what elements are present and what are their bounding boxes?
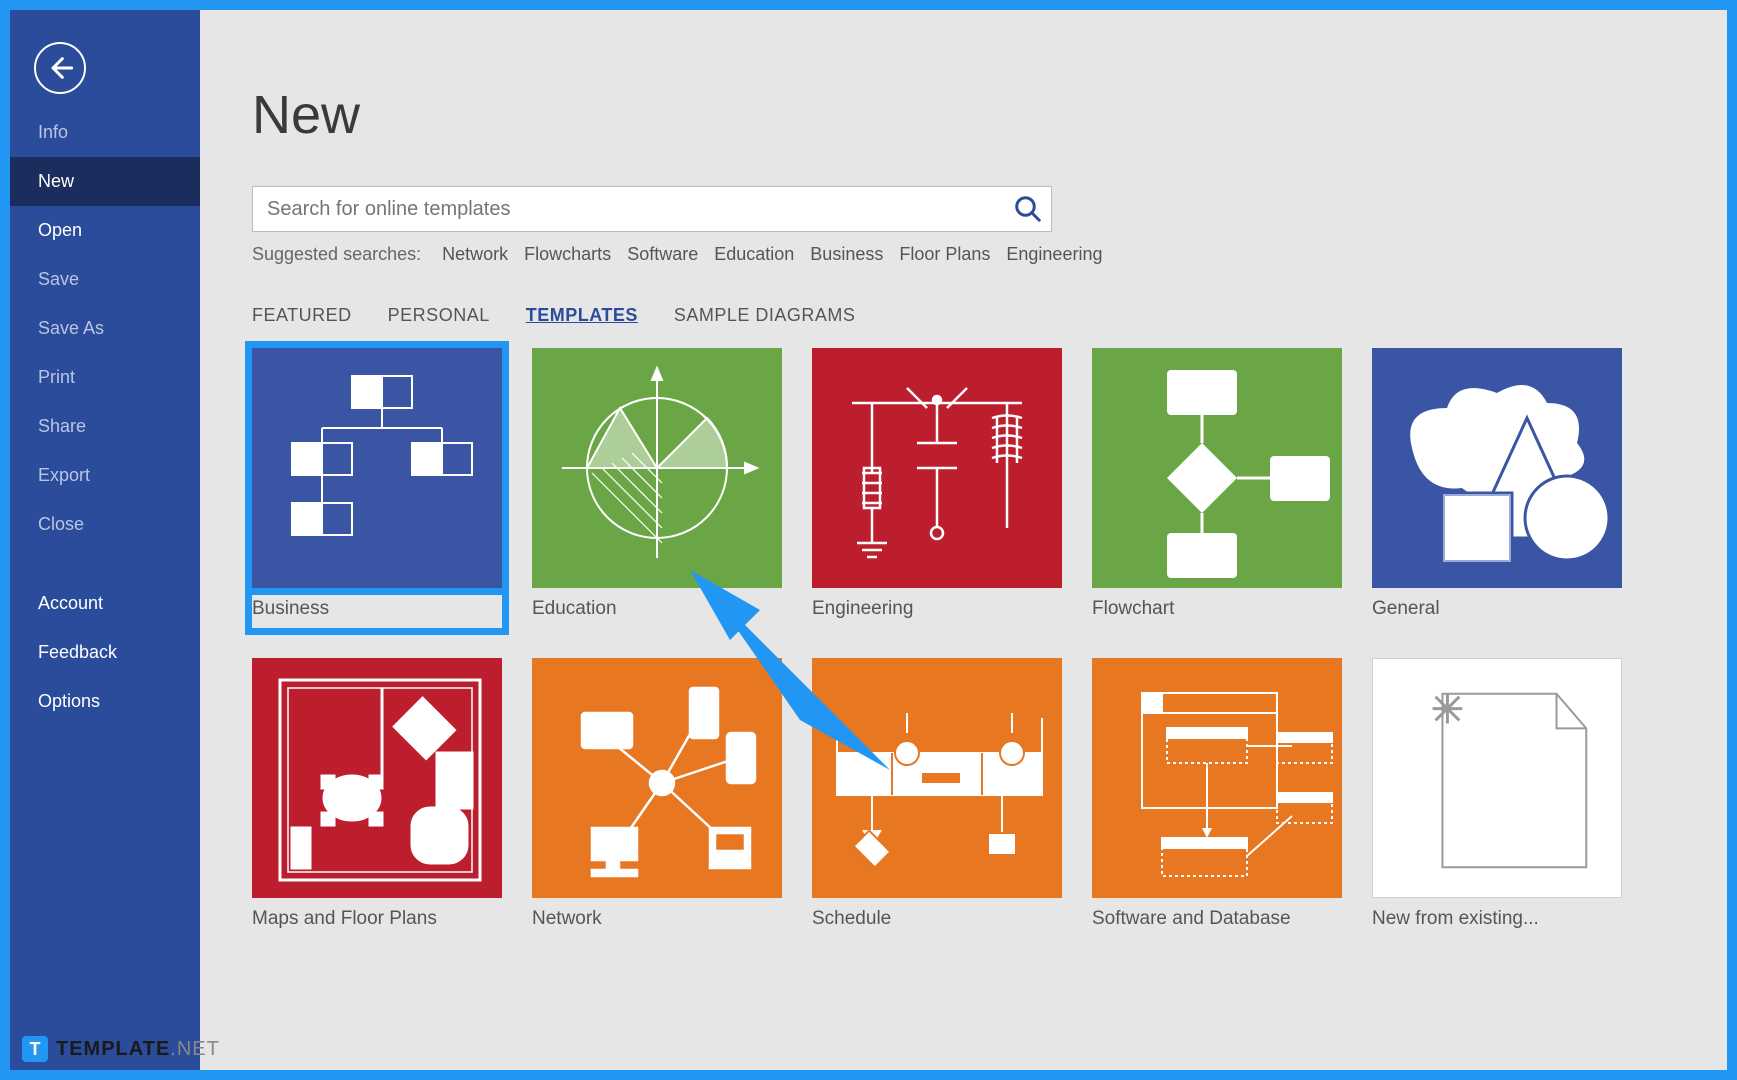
suggested-link[interactable]: Flowcharts: [524, 244, 611, 264]
template-label: Flowchart: [1092, 598, 1342, 620]
suggested-link[interactable]: Engineering: [1006, 244, 1102, 264]
template-tile-schedule[interactable]: Schedule: [812, 658, 1062, 930]
search-box[interactable]: [252, 186, 1052, 232]
template-grid: Business Education Engineering Flowchart Gen…: [252, 348, 1703, 930]
nav-item-options[interactable]: Options: [10, 677, 200, 726]
nav-item-info[interactable]: Info: [10, 108, 200, 157]
template-label: Software and Database: [1092, 908, 1342, 930]
suggested-link[interactable]: Software: [627, 244, 698, 264]
page-title: New: [252, 84, 1703, 146]
nav-item-feedback[interactable]: Feedback: [10, 628, 200, 677]
tab-sample-diagrams[interactable]: SAMPLE DIAGRAMS: [674, 305, 856, 326]
backstage-sidebar: InfoNewOpenSaveSave AsPrintShareExportCl…: [10, 10, 200, 1070]
suggested-link[interactable]: Education: [714, 244, 794, 264]
template-label: General: [1372, 598, 1622, 620]
watermark-text: TEMPLATE.NET: [56, 1038, 220, 1061]
floorplan-icon: [252, 658, 502, 898]
template-tile-software-and-database[interactable]: Software and Database: [1092, 658, 1342, 930]
template-tile-flowchart[interactable]: Flowchart: [1092, 348, 1342, 628]
main-area: New Suggested searches: Network Flowchart…: [200, 10, 1727, 1070]
template-label: New from existing...: [1372, 908, 1622, 930]
template-tile-network[interactable]: Network: [532, 658, 782, 930]
suggested-searches: Suggested searches: Network Flowcharts Sof…: [252, 244, 1703, 265]
template-tile-engineering[interactable]: Engineering: [812, 348, 1062, 628]
nav-item-export[interactable]: Export: [10, 451, 200, 500]
tab-personal[interactable]: PERSONAL: [388, 305, 490, 326]
nav-item-save[interactable]: Save: [10, 255, 200, 304]
suggested-link[interactable]: Business: [810, 244, 883, 264]
schedule-icon: [812, 658, 1062, 898]
network-icon: [532, 658, 782, 898]
business-icon: [252, 348, 502, 588]
suggested-label: Suggested searches:: [252, 244, 421, 264]
arrow-left-icon: [46, 54, 74, 82]
search-input[interactable]: [267, 198, 1013, 221]
template-label: Network: [532, 908, 782, 930]
tab-featured[interactable]: FEATURED: [252, 305, 352, 326]
template-tile-education[interactable]: Education: [532, 348, 782, 628]
watermark: T TEMPLATE.NET: [22, 1036, 220, 1062]
suggested-link[interactable]: Network: [442, 244, 508, 264]
template-tile-maps-and-floor-plans[interactable]: Maps and Floor Plans: [252, 658, 502, 930]
nav-item-new[interactable]: New: [10, 157, 200, 206]
suggested-link[interactable]: Floor Plans: [899, 244, 990, 264]
newfile-icon: [1372, 658, 1622, 898]
template-label: Maps and Floor Plans: [252, 908, 502, 930]
template-label: Schedule: [812, 908, 1062, 930]
watermark-badge: T: [22, 1036, 48, 1062]
general-icon: [1372, 348, 1622, 588]
education-icon: [532, 348, 782, 588]
nav-item-save-as[interactable]: Save As: [10, 304, 200, 353]
engineering-icon: [812, 348, 1062, 588]
nav-item-share[interactable]: Share: [10, 402, 200, 451]
template-tile-business[interactable]: Business: [252, 348, 502, 628]
template-label: Business: [252, 598, 502, 620]
category-tabs: FEATURED PERSONAL TEMPLATES SAMPLE DIAGRAMS: [252, 305, 1703, 326]
nav-item-close[interactable]: Close: [10, 500, 200, 549]
tab-templates[interactable]: TEMPLATES: [526, 305, 638, 326]
back-button[interactable]: [34, 42, 86, 94]
template-label: Education: [532, 598, 782, 620]
flowchart-icon: [1092, 348, 1342, 588]
nav-item-open[interactable]: Open: [10, 206, 200, 255]
nav-item-print[interactable]: Print: [10, 353, 200, 402]
search-icon[interactable]: [1013, 194, 1043, 224]
nav-item-account[interactable]: Account: [10, 579, 200, 628]
template-tile-new-from-existing-[interactable]: New from existing...: [1372, 658, 1622, 930]
template-label: Engineering: [812, 598, 1062, 620]
database-icon: [1092, 658, 1342, 898]
template-tile-general[interactable]: General: [1372, 348, 1622, 628]
